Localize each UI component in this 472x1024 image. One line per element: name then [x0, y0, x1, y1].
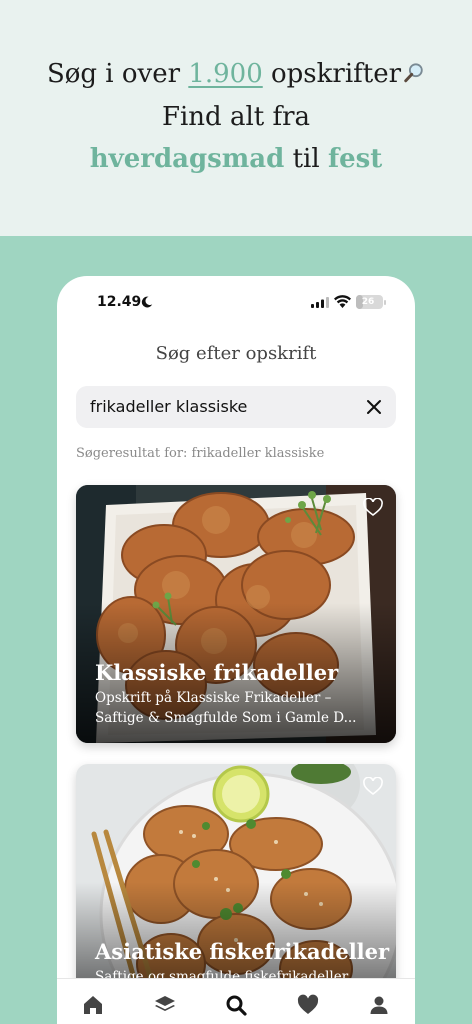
phone-screen: 12.49 26 Søg efter opskrift frikadeller … — [57, 276, 415, 1024]
battery-percent: 26 — [361, 297, 375, 307]
wifi-icon — [334, 295, 351, 308]
recipe-description-line: Opskrift på Klassiske Frikadeller – — [95, 690, 332, 706]
layers-icon[interactable] — [153, 993, 177, 1017]
recipe-count: 1.900 — [188, 59, 263, 89]
moon-icon — [141, 296, 153, 308]
search-input[interactable]: frikadeller klassiske — [76, 386, 396, 428]
heart-outline-icon[interactable] — [363, 777, 383, 795]
promo-banner: Søg i over 1.900 opskrifter Find alt fra… — [0, 0, 472, 236]
heart-icon[interactable] — [296, 993, 320, 1017]
promo-tagline: hverdagsmad til fest — [0, 138, 472, 181]
promo-text: Søg i over — [46, 59, 189, 89]
promo-subline: Find alt fra — [161, 102, 311, 132]
close-icon[interactable] — [364, 397, 384, 417]
promo-text: opskrifter — [262, 59, 402, 89]
heart-outline-icon[interactable] — [363, 498, 383, 516]
recipe-title: Asiatiske fiskefrikadeller — [95, 939, 390, 964]
recipe-description: Opskrift på Klassiske Frikadeller – Saft… — [95, 688, 381, 728]
recipe-title: Klassiske frikadeller — [95, 660, 339, 685]
profile-icon[interactable] — [367, 993, 391, 1017]
promo-headline: Søg i over 1.900 opskrifter — [0, 53, 472, 96]
search-result-label: Søgeresultat for: frikadeller klassiske — [76, 446, 325, 461]
home-icon[interactable] — [81, 993, 105, 1017]
status-bar: 12.49 26 — [57, 276, 415, 330]
page-title: Søg efter opskrift — [155, 343, 317, 364]
search-input-value[interactable]: frikadeller klassiske — [90, 386, 247, 428]
promo-accent-text: hverdagsmad — [89, 144, 285, 174]
magnifying-glass-icon — [404, 63, 423, 83]
promo-text: til — [284, 144, 328, 174]
recipe-card[interactable]: Klassiske frikadeller Opskrift på Klassi… — [76, 485, 396, 743]
search-icon[interactable] — [224, 993, 248, 1017]
tab-bar — [57, 978, 415, 1024]
promo-accent-text: fest — [327, 144, 383, 174]
battery-tip — [384, 300, 386, 305]
battery-icon: 26 — [356, 295, 383, 309]
status-time: 12.49 — [97, 294, 142, 310]
signal-icon — [311, 297, 329, 308]
recipe-description-line: Saftige & Smagfulde Som i Gamle D... — [95, 710, 357, 726]
